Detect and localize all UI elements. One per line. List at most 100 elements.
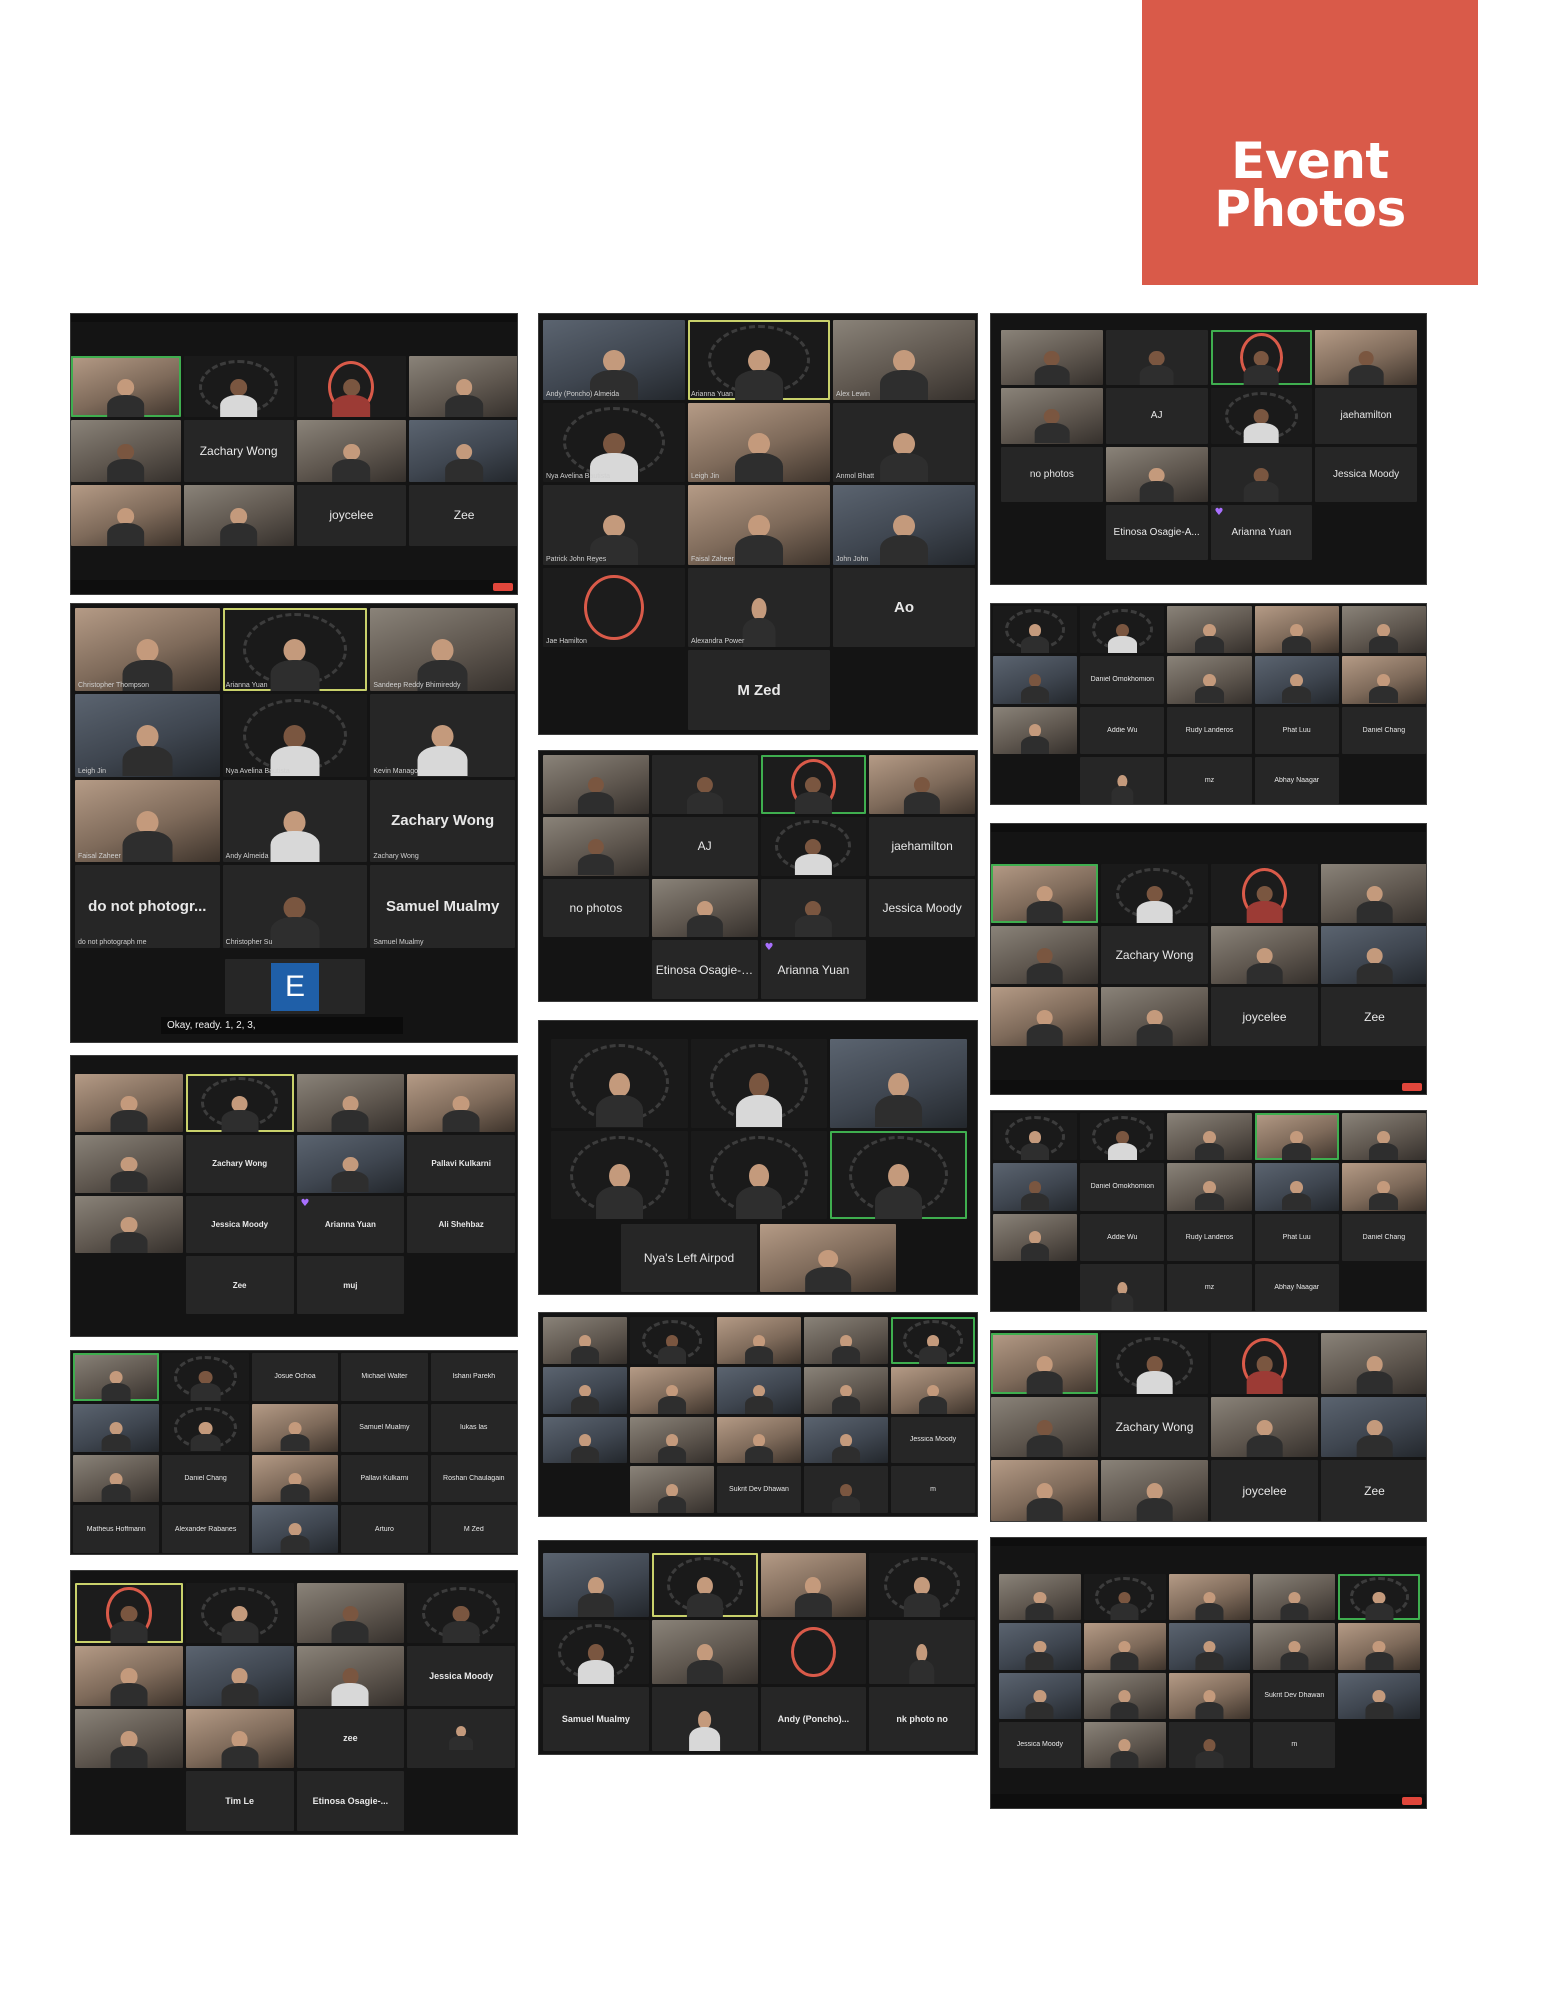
video-tile [991, 987, 1098, 1046]
name-caption: do not photograph me [78, 939, 147, 946]
video-tile [75, 1134, 183, 1193]
video-tile [1253, 1574, 1336, 1621]
video-tile: AJ [651, 816, 758, 876]
video-tile [75, 1195, 183, 1254]
video-tile [993, 606, 1078, 654]
participant-name: Abhay Naagar [1274, 1283, 1320, 1291]
video-tile [1168, 1672, 1251, 1719]
video-tile: Andy Almeida [222, 779, 368, 863]
video-tile: Ishani Parekh [430, 1353, 517, 1401]
participant-name: m [930, 1486, 936, 1494]
video-tile [760, 1224, 896, 1292]
participant-name: AJ [697, 839, 712, 854]
zoom-title-bar [71, 314, 517, 322]
video-tile [1167, 606, 1252, 654]
video-tile [1083, 1623, 1166, 1670]
video-tile [407, 1074, 515, 1132]
participant-name: Phat Luu [1282, 1233, 1311, 1241]
video-tile [543, 755, 649, 814]
leave-button [1402, 1083, 1422, 1091]
video-tile [543, 1366, 627, 1414]
video-tile [1321, 925, 1426, 985]
video-tile: m [891, 1466, 975, 1513]
video-tile: Christopher Thompson [75, 608, 220, 691]
video-tile: Etinosa Osagie-... [296, 1771, 405, 1831]
video-tile: Etinosa Osagie-A... [651, 940, 758, 999]
video-tile [251, 1454, 339, 1503]
video-tile: Jae Hamilton [543, 567, 685, 648]
video-tile: Leigh Jin [688, 402, 830, 483]
video-tile: Anmol Bhatt [833, 402, 975, 483]
participant-name: Samuel Mualmy [359, 1424, 410, 1432]
zoom-screenshot: Josue Ochoa Michael Walter Ishani Parekh… [70, 1350, 518, 1555]
zoom-screenshot: Zachary Wong joycelee Zee [70, 313, 518, 595]
video-tile [651, 1687, 758, 1751]
participant-name: Roshan Chaulagain [443, 1474, 505, 1482]
video-tile [1210, 330, 1313, 386]
video-tile [1080, 1113, 1165, 1161]
name-caption: Leigh Jin [78, 767, 107, 775]
video-tile [185, 1708, 294, 1769]
video-tile [999, 1672, 1081, 1719]
participant-name: Pallavi Kulkarni [360, 1474, 409, 1482]
video-tile [717, 1366, 801, 1414]
participant-name: Ao [894, 599, 914, 617]
video-tile [73, 1454, 160, 1503]
participant-name: jaehamilton [1340, 410, 1392, 422]
video-tile: nk photo no [869, 1687, 975, 1751]
video-tile: Zachary Wong [185, 1134, 294, 1193]
video-tile [760, 1620, 867, 1684]
video-tile: Sukrit Dev Dhawan [717, 1466, 801, 1513]
video-tile [296, 356, 407, 418]
video-tile: Michael Walter [341, 1353, 428, 1401]
video-tile [75, 1645, 183, 1706]
video-tile [651, 878, 758, 938]
video-tile: Nya's Left Airpod [621, 1224, 757, 1292]
event-photos-banner: Event Photos [1142, 0, 1478, 285]
participant-name: Zee [232, 1280, 247, 1290]
video-tile: Jessica Moody [185, 1195, 294, 1254]
video-tile [1168, 1623, 1251, 1670]
video-tile: ♥ Arianna Yuan [296, 1195, 405, 1254]
participant-name: Rudy Landeros [1185, 726, 1234, 734]
video-tile [1321, 864, 1426, 923]
participant-name: Arturo [374, 1525, 394, 1533]
video-tile [1254, 606, 1339, 654]
video-tile: Jessica Moody [869, 878, 975, 938]
participant-name: Jessica Moody [211, 1219, 269, 1229]
video-tile [296, 1645, 405, 1706]
video-tile: Zachary Wong [1101, 925, 1208, 985]
video-tile [1083, 1574, 1166, 1621]
video-tile [630, 1317, 714, 1364]
participant-name: nk photo no [896, 1714, 948, 1724]
video-tile [1101, 1333, 1208, 1394]
video-tile [551, 1039, 688, 1128]
participant-name: no photos [569, 900, 623, 915]
video-tile: Daniel Chang [1341, 706, 1426, 754]
video-tile [73, 1403, 160, 1452]
video-tile [1105, 330, 1208, 386]
video-tile: Nya Avelina Bautista [543, 402, 685, 483]
video-tile [543, 816, 649, 876]
video-tile [804, 1466, 888, 1513]
video-tile [1338, 1574, 1420, 1621]
video-tile: mz [1167, 756, 1252, 804]
video-tile [869, 755, 975, 814]
video-tile [1167, 656, 1252, 704]
video-tile [1083, 1672, 1166, 1719]
video-tile [630, 1466, 714, 1513]
participant-name: lukas las [460, 1424, 488, 1432]
video-tile [185, 1074, 294, 1132]
participant-name: Arianna Yuan [1231, 526, 1292, 538]
video-tile [760, 755, 867, 814]
video-tile: John John [833, 485, 975, 565]
video-tile [999, 1623, 1081, 1670]
video-tile [991, 1396, 1098, 1458]
participant-name: Etinosa Osagie-... [312, 1796, 389, 1807]
video-tile [409, 420, 517, 482]
video-tile: Patrick John Reyes [543, 485, 685, 565]
name-caption: Zachary Wong [373, 853, 419, 861]
participant-name: Zachary Wong [1115, 947, 1194, 962]
video-tile [651, 755, 758, 814]
participant-name: Nya's Left Airpod [643, 1251, 735, 1265]
